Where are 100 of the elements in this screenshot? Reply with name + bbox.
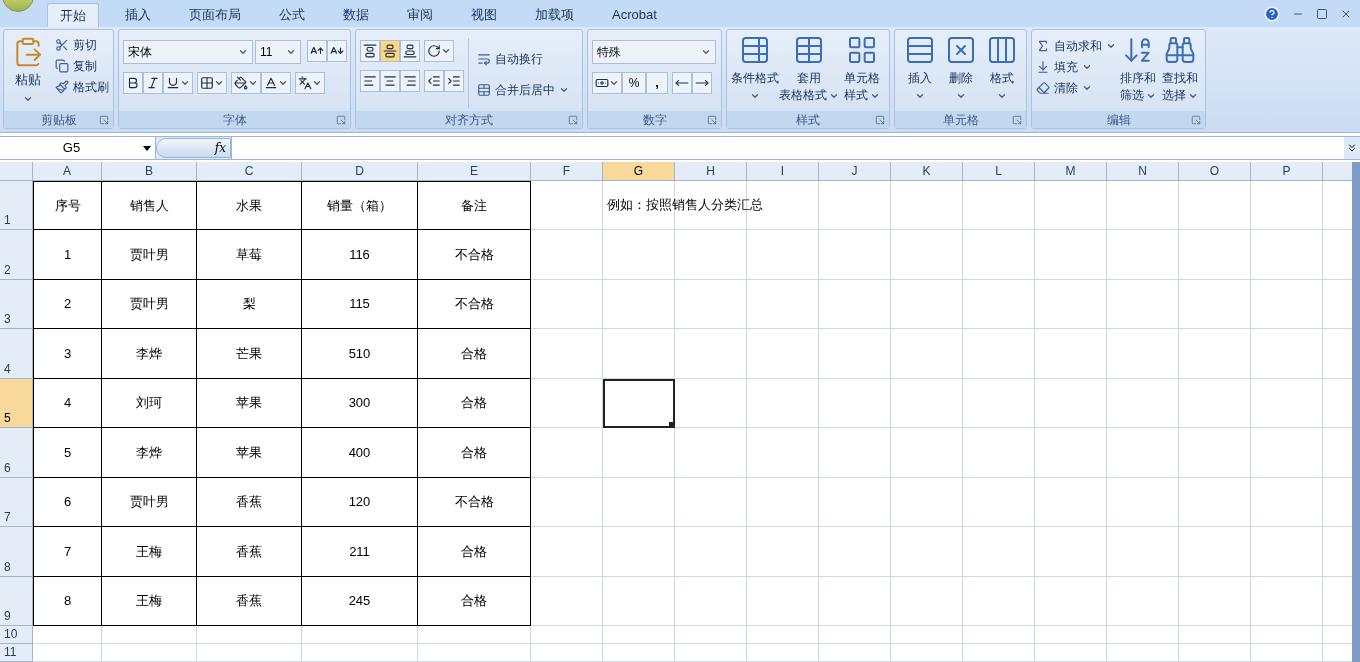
grid-cell[interactable] — [891, 279, 963, 330]
column-header[interactable]: D — [302, 162, 418, 181]
grid-cell[interactable] — [891, 477, 963, 528]
grid-cell[interactable] — [819, 643, 891, 662]
ribbon-button[interactable]: 插入 — [899, 34, 940, 111]
grid-cell[interactable] — [603, 527, 675, 577]
table-cell[interactable]: 贾叶男 — [102, 477, 197, 528]
grid-cell[interactable] — [891, 181, 963, 231]
grid-cell[interactable] — [747, 329, 819, 379]
row-header[interactable]: 6 — [0, 428, 33, 478]
grid-cell[interactable] — [819, 477, 891, 528]
grid-cell[interactable] — [1107, 576, 1179, 626]
row-header[interactable]: 2 — [0, 230, 33, 280]
grid-cell[interactable] — [1035, 527, 1107, 577]
table-cell[interactable]: 合格 — [418, 428, 531, 478]
ribbon-button[interactable]: 清除 — [1036, 77, 1118, 98]
grid-cell[interactable] — [1035, 428, 1107, 478]
vertical-scrollbar[interactable] — [1352, 162, 1360, 662]
ribbon-button[interactable]: 自动求和 — [1036, 35, 1118, 56]
grid-cell[interactable] — [675, 527, 747, 577]
grid-cell[interactable] — [963, 230, 1035, 280]
ribbon-tab[interactable]: 数据 — [331, 3, 381, 27]
column-header[interactable]: P — [1251, 162, 1323, 181]
table-cell[interactable]: 苹果 — [197, 378, 302, 429]
grid-cell[interactable] — [302, 625, 418, 644]
grid-cell[interactable] — [747, 378, 819, 429]
row-header[interactable]: 5 — [0, 378, 33, 429]
table-cell[interactable]: 合格 — [418, 527, 531, 577]
grid-cell[interactable] — [1035, 625, 1107, 644]
grid-cell[interactable] — [531, 279, 603, 330]
grid-cell[interactable] — [819, 279, 891, 330]
ribbon-button[interactable]: 填充 — [1036, 56, 1118, 77]
grid-cell[interactable] — [1251, 428, 1323, 478]
grid-cell[interactable] — [675, 576, 747, 626]
column-header[interactable]: H — [675, 162, 747, 181]
grid-cell[interactable] — [747, 625, 819, 644]
grid-cell[interactable] — [1179, 576, 1251, 626]
grid-cell[interactable] — [102, 625, 197, 644]
grid-cell[interactable] — [1179, 643, 1251, 662]
grid-cell[interactable] — [1179, 329, 1251, 379]
table-cell[interactable]: 苹果 — [197, 428, 302, 478]
grid-cell[interactable] — [963, 329, 1035, 379]
grid-cell[interactable] — [531, 329, 603, 379]
ribbon-tab[interactable]: 审阅 — [395, 3, 445, 27]
dialog-launcher-icon[interactable] — [568, 114, 578, 125]
grid-cell[interactable] — [819, 527, 891, 577]
column-header[interactable]: E — [418, 162, 531, 181]
grid-cell[interactable] — [1035, 279, 1107, 330]
grid-cell[interactable] — [531, 527, 603, 577]
table-cell[interactable]: 水果 — [197, 181, 302, 231]
table-cell[interactable]: 序号 — [33, 181, 102, 231]
ribbon-tab[interactable]: 视图 — [459, 3, 509, 27]
grid-cell[interactable] — [963, 378, 1035, 429]
grid-cell[interactable] — [1107, 181, 1179, 231]
grid-cell[interactable] — [418, 625, 531, 644]
grid-cell[interactable] — [1251, 625, 1323, 644]
formula-input[interactable] — [231, 137, 1344, 159]
grid-cell[interactable] — [1179, 378, 1251, 429]
grid-cell[interactable] — [531, 378, 603, 429]
grid-cell[interactable] — [1035, 230, 1107, 280]
grid-cell[interactable] — [1107, 527, 1179, 577]
fill-color-button[interactable] — [231, 72, 261, 94]
grid-cell[interactable] — [747, 527, 819, 577]
phonetic-button[interactable] — [295, 72, 325, 94]
grid-cell[interactable] — [819, 230, 891, 280]
column-header[interactable]: G — [603, 162, 675, 181]
select-all-corner[interactable] — [0, 162, 33, 181]
row-header[interactable]: 3 — [0, 279, 33, 330]
grid-cell[interactable] — [1179, 279, 1251, 330]
dialog-launcher-icon[interactable] — [875, 114, 885, 125]
table-cell[interactable]: 不合格 — [418, 477, 531, 528]
table-cell[interactable]: 245 — [302, 576, 418, 626]
grid-cell[interactable] — [603, 643, 675, 662]
table-cell[interactable]: 300 — [302, 378, 418, 429]
grid-cell[interactable] — [891, 643, 963, 662]
column-header[interactable]: I — [747, 162, 819, 181]
ribbon-button[interactable]: 自动换行 — [477, 48, 569, 69]
grid-cell[interactable] — [1107, 428, 1179, 478]
dialog-launcher-icon[interactable] — [336, 114, 346, 125]
currency-button[interactable] — [592, 72, 622, 94]
name-box[interactable]: G5 — [0, 137, 156, 159]
table-cell[interactable]: 李烨 — [102, 329, 197, 379]
fill-handle[interactable] — [669, 422, 673, 427]
ribbon-button[interactable]: 格式 — [981, 34, 1022, 111]
grid-cell[interactable] — [675, 428, 747, 478]
grid-cell[interactable] — [1179, 428, 1251, 478]
ribbon-button[interactable]: 格式刷 — [55, 76, 109, 97]
grid-cell[interactable] — [1251, 576, 1323, 626]
grid-cell[interactable] — [963, 428, 1035, 478]
column-header[interactable]: O — [1179, 162, 1251, 181]
ribbon-button[interactable]: 单元格 样式 — [839, 34, 885, 111]
dialog-launcher-icon[interactable] — [707, 114, 717, 125]
grid-cell[interactable] — [197, 625, 302, 644]
border-button[interactable] — [197, 72, 227, 94]
grid-cell[interactable] — [1251, 181, 1323, 231]
grid-cell[interactable] — [675, 230, 747, 280]
grid-cell[interactable] — [1107, 329, 1179, 379]
grid-cell[interactable] — [1107, 625, 1179, 644]
grid-cell[interactable] — [675, 625, 747, 644]
number-format-field[interactable]: 特殊 — [592, 40, 716, 64]
